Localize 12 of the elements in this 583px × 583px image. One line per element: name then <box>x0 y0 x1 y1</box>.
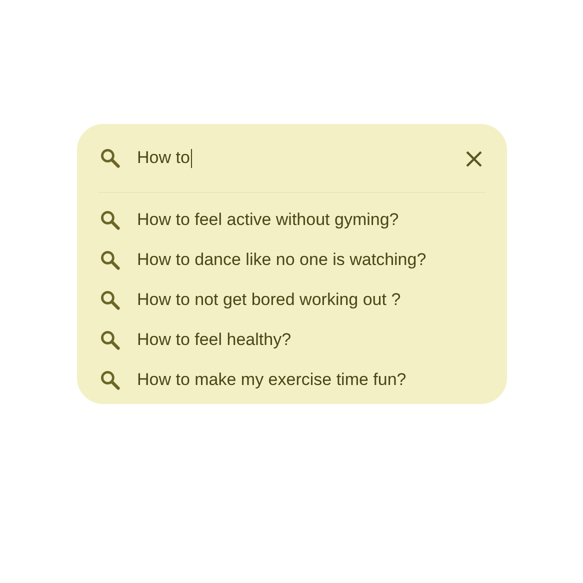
search-icon <box>99 289 121 311</box>
search-icon <box>99 209 121 231</box>
suggestion-item[interactable]: How to feel active without gyming? <box>137 207 399 233</box>
search-icon <box>99 369 121 391</box>
suggestion-item[interactable]: How to feel healthy? <box>137 327 292 353</box>
suggestion-item[interactable]: How to make my exercise time fun? <box>137 367 406 393</box>
search-field[interactable]: How to <box>137 143 447 173</box>
search-icon <box>99 147 121 169</box>
suggestion-item[interactable]: How to not get bored working out ? <box>137 287 401 313</box>
search-icon <box>99 249 121 271</box>
suggestion-item[interactable]: How to dance like no one is watching? <box>137 247 426 273</box>
search-icon <box>99 329 121 351</box>
